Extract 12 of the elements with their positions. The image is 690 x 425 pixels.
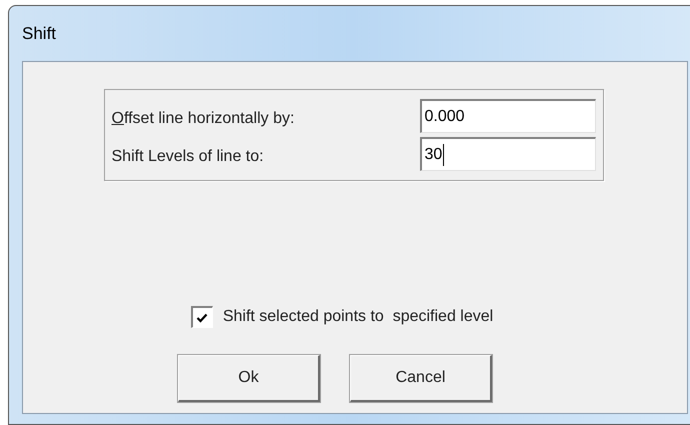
input-field[interactable]: 30: [420, 137, 596, 171]
checkbox-label: Shift selected points to specified level: [222, 307, 494, 327]
dialog-button[interactable]: Ok: [178, 355, 320, 402]
field-label: Shift Levels of line to:: [112, 147, 264, 167]
input-field[interactable]: 0.000: [420, 99, 596, 133]
dialog-button[interactable]: Cancel: [350, 355, 492, 402]
check-icon: [196, 312, 208, 324]
window-title: Shift: [22, 22, 56, 45]
field-value: 30: [424, 142, 444, 166]
field-value: 0.000: [424, 106, 465, 126]
checkbox[interactable]: [190, 306, 213, 328]
field-label: Offset line horizontally by:: [112, 109, 294, 129]
